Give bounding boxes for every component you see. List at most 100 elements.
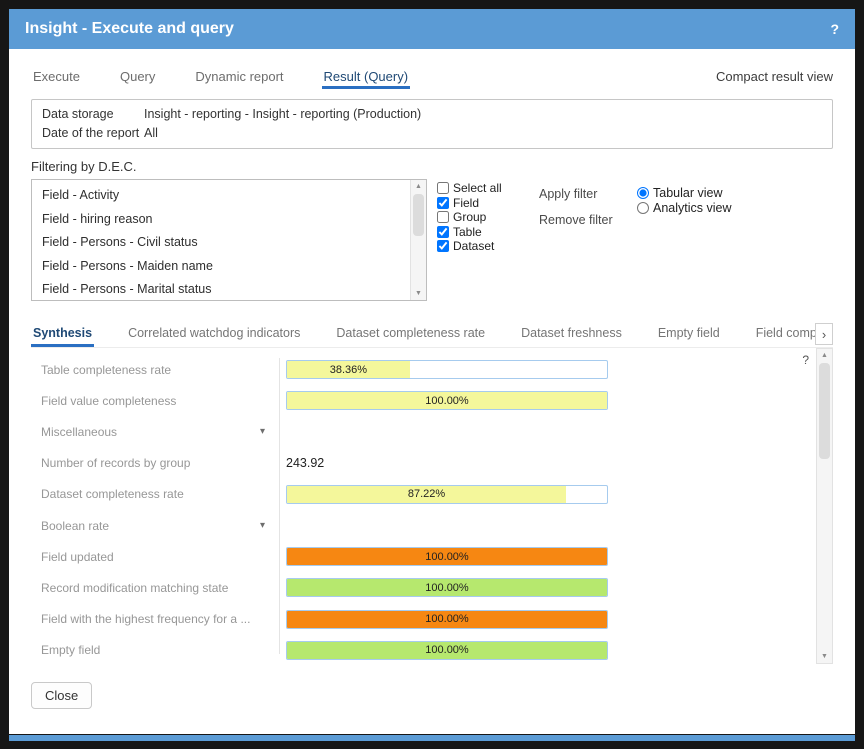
checkbox-label: Table (453, 225, 482, 239)
analytics-view-option[interactable]: Analytics view (637, 200, 732, 215)
checkbox-label: Group (453, 210, 486, 224)
row-label: Field updated (41, 550, 269, 564)
table-row: Dataset completeness rate 87.22% (41, 479, 807, 510)
bar-value: 87.22% (408, 488, 445, 500)
bar-value: 100.00% (425, 551, 468, 563)
table-row: Table completeness rate 38.36% (41, 354, 807, 385)
filter-area: Field - Activity Field - hiring reason F… (31, 179, 833, 301)
list-item[interactable]: Field - Persons - Civil status (42, 231, 411, 255)
progress-bar: 100.00% (286, 641, 608, 660)
progress-bar: 100.00% (286, 547, 608, 566)
scroll-up-icon[interactable]: ▲ (817, 349, 832, 362)
insight-dialog: Insight - Execute and query ? Execute Qu… (9, 9, 855, 734)
group-checkbox[interactable] (437, 211, 449, 223)
radio-label: Tabular view (653, 186, 722, 200)
data-storage-row: Data storage Insight - reporting - Insig… (42, 105, 822, 124)
rtab-dataset-freshness[interactable]: Dataset freshness (519, 320, 624, 347)
table-row: Field value completeness 100.00% (41, 385, 807, 416)
list-item[interactable]: Field - Persons - Maiden name (42, 255, 411, 279)
filter-actions: Apply filter Remove filter (539, 179, 623, 239)
checkbox-dataset[interactable]: Dataset (437, 239, 523, 254)
tab-scroll-right-icon[interactable]: › (815, 323, 833, 345)
listbox-scrollbar[interactable]: ▲ ▼ (410, 180, 426, 300)
row-label: Miscellaneous (41, 425, 117, 439)
checkbox-group[interactable]: Group (437, 210, 523, 225)
main-tabbar: Execute Query Dynamic report Result (Que… (31, 63, 833, 89)
table-row: Field with the highest frequency for a .… (41, 604, 807, 635)
scroll-thumb[interactable] (819, 363, 830, 459)
checkbox-table[interactable]: Table (437, 225, 523, 240)
checkbox-label: Dataset (453, 239, 494, 253)
synthesis-rows: Table completeness rate 38.36% Field val… (41, 354, 807, 666)
scroll-up-icon[interactable]: ▲ (411, 180, 426, 193)
bar-value: 38.36% (330, 364, 367, 376)
bar-value: 100.00% (425, 613, 468, 625)
group-row: Boolean rate ▾ (41, 510, 807, 541)
dialog-title: Insight - Execute and query (25, 20, 830, 38)
report-date-row: Date of the report All (42, 124, 822, 143)
checkbox-select-all[interactable]: Select all (437, 181, 523, 196)
scroll-track[interactable] (817, 362, 832, 650)
result-tabbar: Synthesis Correlated watchdog indicators… (31, 319, 833, 348)
view-options: Tabular view Analytics view (637, 179, 732, 215)
select-all-checkbox[interactable] (437, 182, 449, 194)
panel-scrollbar[interactable]: ▲ ▼ (816, 348, 833, 664)
tabular-view-option[interactable]: Tabular view (637, 185, 732, 200)
checkbox-field[interactable]: Field (437, 196, 523, 211)
progress-bar: 100.00% (286, 610, 608, 629)
collapse-caret-icon[interactable]: ▾ (260, 520, 265, 531)
row-label: Boolean rate (41, 519, 109, 533)
row-label: Table completeness rate (41, 363, 269, 377)
data-storage-label: Data storage (42, 105, 144, 124)
list-item[interactable]: Field - hiring reason (42, 208, 411, 232)
group-label: Miscellaneous ▾ (41, 425, 269, 439)
tab-query[interactable]: Query (118, 63, 157, 89)
progress-bar: 38.36% (286, 360, 608, 379)
scroll-track[interactable] (411, 193, 426, 287)
synthesis-panel: ? Table completeness rate 38.36% Field v… (31, 348, 833, 664)
remove-filter-button[interactable]: Remove filter (539, 213, 623, 227)
rtab-dataset-completeness[interactable]: Dataset completeness rate (334, 320, 487, 347)
dataset-checkbox[interactable] (437, 240, 449, 252)
tab-execute[interactable]: Execute (31, 63, 82, 89)
row-label: Dataset completeness rate (41, 487, 269, 501)
table-checkbox[interactable] (437, 226, 449, 238)
close-button[interactable]: Close (31, 682, 92, 709)
rtab-empty-field[interactable]: Empty field (656, 320, 722, 347)
data-storage-value: Insight - reporting - Insight - reportin… (144, 105, 421, 124)
table-row: Field updated 100.00% (41, 541, 807, 572)
scroll-thumb[interactable] (413, 194, 424, 236)
checkbox-label: Select all (453, 181, 502, 195)
table-row: Number of records by group 243.92 (41, 448, 807, 479)
checkbox-label: Field (453, 196, 479, 210)
help-icon[interactable]: ? (830, 21, 839, 37)
dialog-titlebar: Insight - Execute and query ? (9, 9, 855, 49)
scroll-down-icon[interactable]: ▼ (411, 287, 426, 300)
table-row: Empty field 100.00% (41, 635, 807, 666)
apply-filter-button[interactable]: Apply filter (539, 187, 623, 201)
row-label: Field with the highest frequency for a .… (41, 612, 269, 626)
rtab-synthesis[interactable]: Synthesis (31, 320, 94, 347)
list-item[interactable]: Field - Activity (42, 184, 411, 208)
field-checkbox[interactable] (437, 197, 449, 209)
report-date-value: All (144, 124, 158, 143)
dec-listbox[interactable]: Field - Activity Field - hiring reason F… (31, 179, 427, 301)
compact-result-view-link[interactable]: Compact result view (716, 69, 833, 84)
collapse-caret-icon[interactable]: ▾ (260, 426, 265, 437)
scroll-down-icon[interactable]: ▼ (817, 650, 832, 663)
tab-dynamic-report[interactable]: Dynamic report (193, 63, 285, 89)
dialog-content: Execute Query Dynamic report Result (Que… (9, 49, 855, 734)
background-window-strip (9, 735, 855, 741)
dec-list: Field - Activity Field - hiring reason F… (32, 180, 411, 300)
row-label: Empty field (41, 643, 269, 657)
row-label: Field value completeness (41, 394, 269, 408)
dialog-footer: Close (31, 682, 833, 709)
radio-label: Analytics view (653, 201, 732, 215)
tabular-view-radio[interactable] (637, 187, 649, 199)
list-item[interactable]: Field - Persons - Marital status (42, 278, 411, 300)
row-label: Number of records by group (41, 456, 269, 470)
analytics-view-radio[interactable] (637, 202, 649, 214)
bar-value: 100.00% (425, 395, 468, 407)
tab-result-query[interactable]: Result (Query) (322, 63, 411, 89)
rtab-correlated-watchdog[interactable]: Correlated watchdog indicators (126, 320, 302, 347)
